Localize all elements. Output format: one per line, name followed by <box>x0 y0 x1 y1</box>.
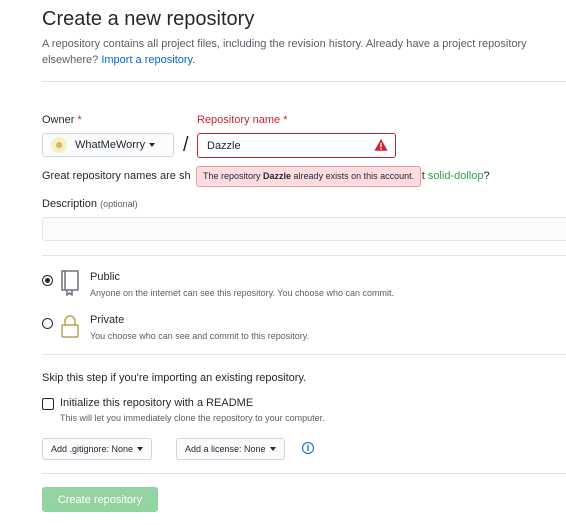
divider <box>42 473 566 474</box>
repo-icon <box>61 270 79 296</box>
optional-hint: (optional) <box>100 199 138 209</box>
owner-dropdown[interactable]: ☻ WhatMeWorry <box>42 133 174 157</box>
public-radio[interactable] <box>42 275 53 286</box>
required-mark: * <box>77 114 82 126</box>
required-mark: * <box>283 114 288 126</box>
divider <box>42 81 566 82</box>
public-title: Public <box>90 271 120 283</box>
readme-label[interactable]: Initialize this repository with a README <box>60 397 253 409</box>
owner-repo-separator: / <box>183 134 189 156</box>
owner-avatar: ☻ <box>51 137 67 153</box>
divider <box>42 354 566 355</box>
add-license-dropdown[interactable]: Add a license: None <box>176 438 285 460</box>
readme-desc: This will let you immediately clone the … <box>60 413 325 423</box>
divider <box>42 255 566 256</box>
description-label: Description (optional) <box>42 198 138 210</box>
alert-icon <box>374 138 388 151</box>
intro-text: A repository contains all project files,… <box>42 36 562 68</box>
readme-checkbox[interactable] <box>42 398 54 410</box>
owner-name: WhatMeWorry <box>75 139 146 151</box>
add-gitignore-dropdown[interactable]: Add .gitignore: None <box>42 438 153 460</box>
repo-name-suggestion[interactable]: solid-dollop <box>428 170 484 182</box>
chevron-down-icon <box>149 143 156 147</box>
import-repository-link[interactable]: Import a repository. <box>101 54 195 66</box>
info-icon[interactable]: i <box>302 442 314 454</box>
public-desc: Anyone on the internet can see this repo… <box>90 288 395 298</box>
skip-step-text: Skip this step if you're importing an ex… <box>42 372 307 384</box>
repo-name-input[interactable] <box>197 133 396 158</box>
private-radio[interactable] <box>42 318 53 329</box>
page-title: Create a new repository <box>42 8 255 30</box>
create-repository-button[interactable]: Create repository <box>42 487 158 512</box>
repo-name-error-tooltip: The repository Dazzle already exists on … <box>196 166 422 187</box>
description-input[interactable] <box>42 217 566 241</box>
chevron-down-icon <box>269 447 276 451</box>
chevron-down-icon <box>137 447 144 451</box>
lock-icon <box>61 315 79 338</box>
owner-label: Owner * <box>42 114 82 126</box>
repo-name-label: Repository name * <box>197 114 288 126</box>
private-title: Private <box>90 314 125 326</box>
private-desc: You choose who can see and commit to thi… <box>90 331 310 341</box>
